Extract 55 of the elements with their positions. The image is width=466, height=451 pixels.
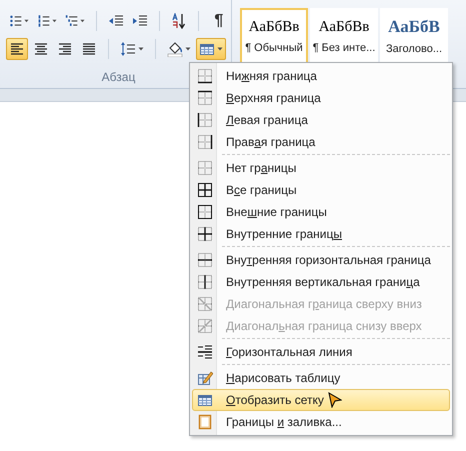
line-spacing-icon: [120, 41, 136, 57]
paint-bucket-icon: [167, 41, 183, 57]
border-right-icon: [197, 134, 213, 150]
menu-item[interactable]: Внутренние границы: [192, 223, 450, 245]
menu-item[interactable]: Нарисовать таблицу: [192, 367, 450, 389]
inside-borders-icon: [197, 226, 213, 242]
border-left-icon: [197, 112, 213, 128]
table-grid-icon: [199, 41, 215, 57]
menu-item[interactable]: Отобразить сетку: [192, 389, 450, 411]
menu-item[interactable]: Внутренняя вертикальная граница: [192, 271, 450, 293]
caret-icon: [185, 47, 191, 51]
bulleted-list-icon: [9, 13, 22, 29]
alignment-button[interactable]: [6, 38, 28, 60]
style-tile[interactable]: АаБбВв ¶ Обычный: [240, 8, 308, 64]
menu-item[interactable]: Левая граница: [192, 109, 450, 131]
align-right-icon: [57, 41, 73, 57]
align-left-icon: [9, 41, 25, 57]
menu-item[interactable]: Нет границы: [192, 157, 450, 179]
cursor-icon: [328, 392, 342, 408]
caret-icon: [52, 19, 58, 23]
border-top-icon: [197, 90, 213, 106]
menu-item[interactable]: Верхняя граница: [192, 87, 450, 109]
table-grid-icon: [197, 392, 213, 408]
caret-icon: [80, 19, 86, 23]
menu-item[interactable]: Внешние границы: [192, 201, 450, 223]
table-pencil-icon: [197, 370, 213, 386]
caret-icon: [217, 47, 223, 51]
no-border-icon: [197, 160, 213, 176]
style-tile[interactable]: АаБбВв ¶ Без инте...: [310, 8, 378, 64]
borders-button[interactable]: [196, 38, 226, 60]
justify-icon: [81, 41, 97, 57]
diagonal-up-border-icon: [197, 318, 213, 334]
group-label: Абзац: [102, 70, 136, 84]
menu-item[interactable]: Правая граница: [192, 131, 450, 153]
show-marks-button[interactable]: ¶: [206, 10, 231, 32]
menu-item[interactable]: Все границы: [192, 179, 450, 201]
menu-item[interactable]: Границы и заливка...: [192, 411, 450, 433]
sort-icon: [170, 13, 187, 29]
numbered-list-icon: [37, 13, 50, 29]
horizontal-line-icon: [197, 344, 213, 360]
page-border-icon: [197, 414, 213, 430]
all-borders-icon: [197, 182, 213, 198]
outside-borders-icon: [197, 204, 213, 220]
menu-item[interactable]: Горизонтальная линия: [192, 341, 450, 363]
multilevel-list-icon: [65, 13, 78, 29]
menu-item[interactable]: Внутренняя горизонтальная граница: [192, 249, 450, 271]
inside-horizontal-border-icon: [197, 252, 213, 268]
border-bottom-icon: [197, 68, 213, 84]
caret-icon: [24, 19, 30, 23]
style-tile[interactable]: АаБбВ Заголово...: [380, 8, 448, 64]
diagonal-down-border-icon: [197, 296, 213, 312]
menu-item[interactable]: Нижняя граница: [192, 65, 450, 87]
caret-icon: [138, 47, 144, 51]
align-center-icon: [33, 41, 49, 57]
inside-vertical-border-icon: [197, 274, 213, 290]
